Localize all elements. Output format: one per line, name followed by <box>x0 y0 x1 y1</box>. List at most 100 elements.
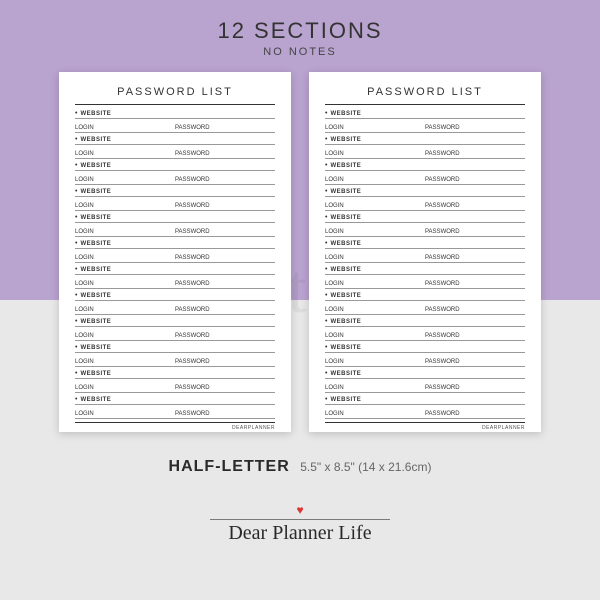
website-row: •WEBSITE <box>325 162 525 171</box>
main-subtitle: NO NOTES <box>0 46 600 58</box>
login-label: LOGIN <box>325 307 425 313</box>
website-row: •WEBSITE <box>75 370 275 379</box>
website-row: •WEBSITE <box>75 162 275 171</box>
login-label: LOGIN <box>325 203 425 209</box>
bullet-icon: • <box>75 136 77 143</box>
website-label: WEBSITE <box>330 163 361 169</box>
bullet-icon: • <box>75 110 77 117</box>
website-row: •WEBSITE <box>75 396 275 405</box>
login-label: LOGIN <box>325 333 425 339</box>
password-label: PASSWORD <box>175 385 275 391</box>
password-section: •WEBSITELOGINPASSWORD <box>75 289 275 315</box>
sections-container: •WEBSITELOGINPASSWORD•WEBSITELOGINPASSWO… <box>325 107 525 419</box>
login-label: LOGIN <box>325 255 425 261</box>
page-preview-right: PASSWORD LIST •WEBSITELOGINPASSWORD•WEBS… <box>309 72 541 432</box>
password-section: •WEBSITE LOGINPASSWORD <box>75 393 275 419</box>
login-password-row: LOGINPASSWORD <box>75 255 275 263</box>
brand-name: Dear Planner Life <box>0 522 600 545</box>
header: 12 SECTIONS NO NOTES <box>0 0 600 58</box>
password-section: •WEBSITELOGINPASSWORD <box>325 107 525 133</box>
website-label: WEBSITE <box>80 319 111 325</box>
password-label: PASSWORD <box>425 385 525 391</box>
page-title: PASSWORD LIST <box>325 86 525 98</box>
login-password-row: LOGINPASSWORD <box>325 333 525 341</box>
login-label: LOGIN <box>75 333 175 339</box>
login-password-row: LOGINPASSWORD <box>75 151 275 159</box>
bottom-rule <box>75 422 275 423</box>
password-section: •WEBSITE LOGINPASSWORD <box>325 185 525 211</box>
password-label: PASSWORD <box>175 203 275 209</box>
bullet-icon: • <box>75 396 77 403</box>
password-section: •WEBSITE LOGINPASSWORD <box>325 237 525 263</box>
website-label: WEBSITE <box>330 319 361 325</box>
login-password-row: LOGINPASSWORD <box>325 281 525 289</box>
size-dimensions: 5.5" x 8.5" (14 x 21.6cm) <box>300 460 431 474</box>
main-title: 12 SECTIONS <box>0 18 600 44</box>
login-password-row: LOGINPASSWORD <box>75 281 275 289</box>
page-footer: DEARPLANNER <box>325 425 525 431</box>
password-label: PASSWORD <box>175 307 275 313</box>
password-label: PASSWORD <box>175 281 275 287</box>
password-label: PASSWORD <box>425 151 525 157</box>
login-password-row: LOGINPASSWORD <box>325 385 525 393</box>
website-row: •WEBSITE <box>325 188 525 197</box>
login-label: LOGIN <box>325 411 425 417</box>
bullet-icon: • <box>325 344 327 351</box>
login-password-row: LOGINPASSWORD <box>75 385 275 393</box>
password-section: •WEBSITELOGINPASSWORD <box>75 263 275 289</box>
password-section: •WEBSITELOGINPASSWORD <box>75 159 275 185</box>
password-section: •WEBSITELOGINPASSWORD <box>75 341 275 367</box>
login-password-row: LOGINPASSWORD <box>75 307 275 315</box>
website-label: WEBSITE <box>80 189 111 195</box>
swash-line <box>210 516 390 524</box>
password-label: PASSWORD <box>425 255 525 261</box>
website-row: •WEBSITE <box>75 344 275 353</box>
login-password-row: LOGINPASSWORD <box>75 411 275 419</box>
password-label: PASSWORD <box>425 359 525 365</box>
website-label: WEBSITE <box>80 345 111 351</box>
login-password-row: LOGINPASSWORD <box>75 125 275 133</box>
website-row: •WEBSITE <box>75 240 275 249</box>
password-section: •WEBSITELOGINPASSWORD <box>325 263 525 289</box>
password-section: •WEBSITELOGINPASSWORD <box>325 315 525 341</box>
website-label: WEBSITE <box>80 137 111 143</box>
login-password-row: LOGINPASSWORD <box>75 203 275 211</box>
bullet-icon: • <box>325 136 327 143</box>
login-label: LOGIN <box>75 385 175 391</box>
password-section: •WEBSITELOGINPASSWORD <box>325 211 525 237</box>
login-label: LOGIN <box>325 151 425 157</box>
website-label: WEBSITE <box>330 215 361 221</box>
password-section: •WEBSITE LOGINPASSWORD <box>325 159 525 185</box>
login-label: LOGIN <box>75 359 175 365</box>
page-title: PASSWORD LIST <box>75 86 275 98</box>
login-password-row: LOGINPASSWORD <box>325 359 525 367</box>
bullet-icon: • <box>325 240 327 247</box>
bullet-icon: • <box>325 188 327 195</box>
website-row: •WEBSITE <box>325 344 525 353</box>
login-label: LOGIN <box>75 411 175 417</box>
website-row: •WEBSITE <box>325 110 525 119</box>
website-row: •WEBSITE <box>75 136 275 145</box>
website-row: •WEBSITE <box>325 240 525 249</box>
login-label: LOGIN <box>325 385 425 391</box>
password-section: •WEBSITELOGINPASSWORD <box>75 211 275 237</box>
brand-block: ♥ Dear Planner Life <box>0 504 600 545</box>
login-password-row: LOGINPASSWORD <box>325 203 525 211</box>
website-label: WEBSITE <box>80 241 111 247</box>
website-label: WEBSITE <box>80 111 111 117</box>
website-row: •WEBSITE <box>325 136 525 145</box>
login-password-row: LOGINPASSWORD <box>325 229 525 237</box>
password-label: PASSWORD <box>425 177 525 183</box>
size-name: HALF-LETTER <box>169 458 290 475</box>
page-preview-left: PASSWORD LIST •WEBSITELOGINPASSWORD•WEBS… <box>59 72 291 432</box>
password-section: •WEBSITELOGINPASSWORD <box>325 367 525 393</box>
website-label: WEBSITE <box>330 137 361 143</box>
website-row: •WEBSITE <box>325 292 525 301</box>
login-label: LOGIN <box>325 177 425 183</box>
login-label: LOGIN <box>325 125 425 131</box>
bullet-icon: • <box>325 110 327 117</box>
website-label: WEBSITE <box>330 189 361 195</box>
login-label: LOGIN <box>75 177 175 183</box>
website-label: WEBSITE <box>330 397 361 403</box>
website-row: •WEBSITE <box>325 396 525 405</box>
